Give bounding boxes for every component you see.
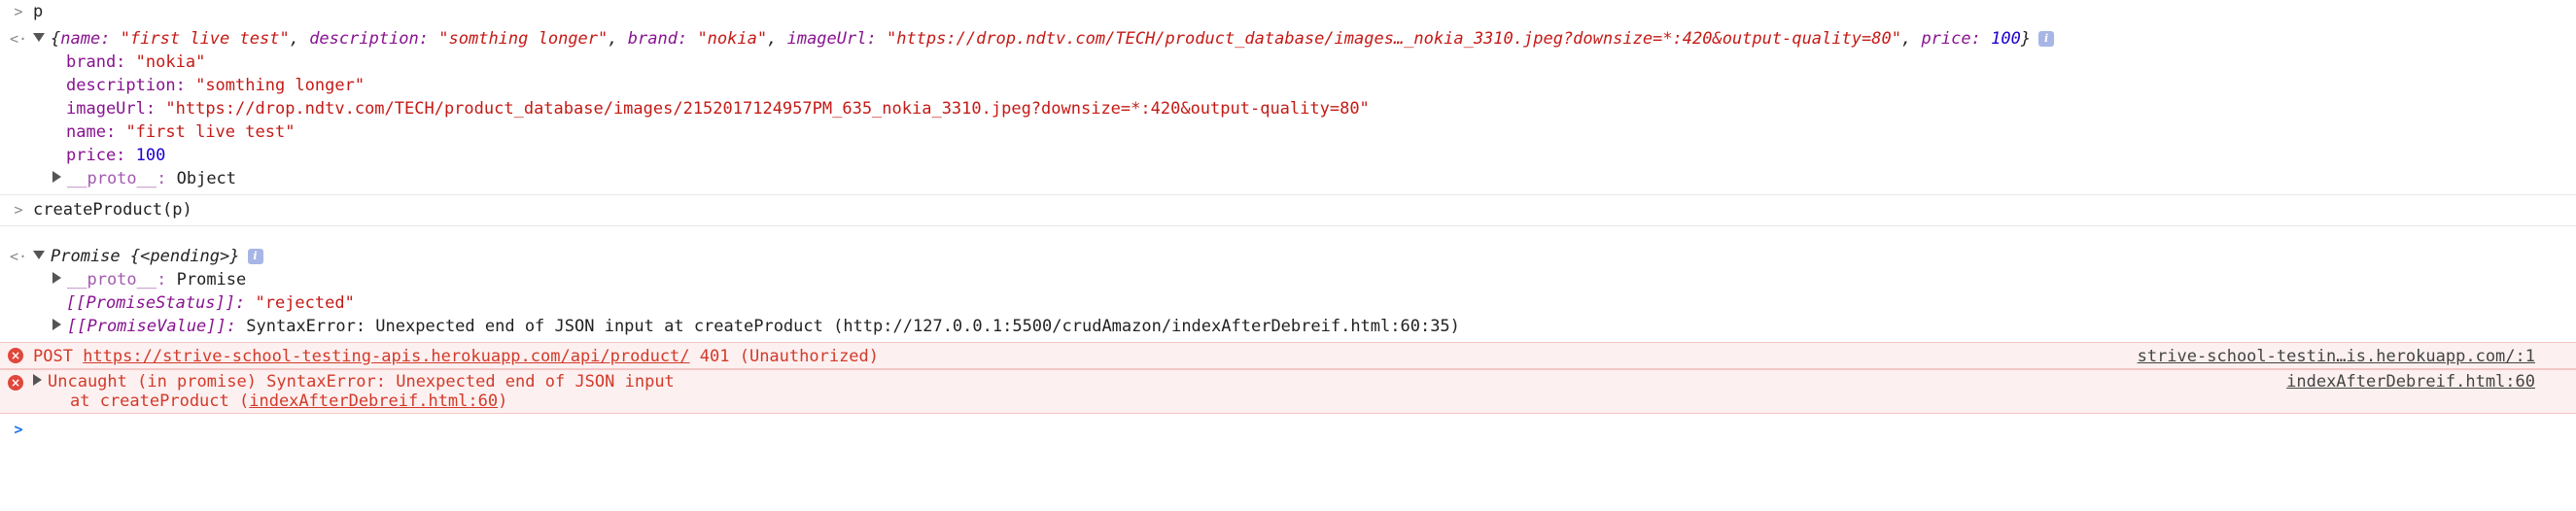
object-property-row: brand: "nokia": [0, 51, 2576, 74]
brace-open: {: [51, 29, 61, 49]
console-prompt-row[interactable]: >: [0, 418, 2576, 441]
devtools-console: > p <· {name: "first live test", descrip…: [0, 0, 2576, 470]
expand-triangle-icon[interactable]: [52, 171, 61, 183]
summary-brand-value: "nokia": [697, 29, 768, 49]
input-prompt-icon: >: [14, 201, 23, 219]
property-key: name:: [66, 122, 117, 142]
network-error-message: POST https://strive-school-testing-apis.…: [33, 345, 879, 368]
comma: ,: [289, 29, 299, 49]
proto-property-row[interactable]: __proto__: Promise: [0, 268, 2576, 291]
property-value: "first live test": [125, 122, 296, 142]
property-key: brand:: [66, 52, 126, 72]
summary-price-key: price:: [1921, 29, 1981, 49]
property-value: "nokia": [135, 52, 206, 72]
promise-label: Promise: [51, 247, 121, 266]
summary-price-value: 100: [1991, 29, 2021, 49]
property-value: Promise: [176, 270, 247, 290]
response-status: 401 (Unauthorized): [699, 347, 880, 366]
expand-triangle-icon[interactable]: [52, 319, 61, 330]
object-property-row: imageUrl: "https://drop.ndtv.com/TECH/pr…: [0, 97, 2576, 120]
input-prompt-icon: >: [14, 3, 23, 20]
summary-imageurl-value: "https://drop.ndtv.com/TECH/product_data…: [886, 29, 1901, 49]
expand-triangle-icon[interactable]: [33, 374, 42, 386]
property-key: price:: [66, 146, 126, 165]
console-input-field[interactable]: [33, 418, 2522, 441]
property-key: [[PromiseValue]]:: [67, 317, 236, 336]
console-input-row: > createProduct(p): [0, 198, 2576, 221]
request-url-link[interactable]: https://strive-school-testing-apis.herok…: [83, 347, 689, 366]
brace-close: }: [2020, 29, 2032, 49]
error-icon: ×: [8, 348, 23, 363]
error-icon: ×: [8, 375, 23, 391]
source-location-link[interactable]: indexAfterDebreif.html:60: [2286, 372, 2535, 392]
property-key: description:: [66, 76, 186, 95]
network-error-row: × POST https://strive-school-testing-api…: [0, 342, 2576, 369]
promise-summary[interactable]: Promise {<pending>} i: [33, 245, 263, 268]
property-value: "rejected": [255, 293, 355, 313]
uncaught-error-message[interactable]: Uncaught (in promise) SyntaxError: Unexp…: [33, 372, 675, 392]
request-method: POST: [33, 347, 73, 366]
info-icon[interactable]: i: [247, 249, 263, 264]
summary-brand-key: brand:: [627, 29, 688, 49]
stack-suffix: ): [498, 392, 508, 411]
stack-trace-line: at createProduct (indexAfterDebreif.html…: [70, 392, 507, 411]
comma: ,: [767, 29, 778, 49]
property-key: [[PromiseStatus]]:: [66, 293, 246, 313]
return-arrow-icon: <·: [9, 30, 28, 48]
expand-triangle-icon[interactable]: [33, 32, 45, 42]
property-value: 100: [135, 146, 166, 165]
property-key: imageUrl:: [66, 99, 157, 119]
expand-triangle-icon[interactable]: [52, 272, 61, 284]
promise-state: {<pending>}: [129, 247, 240, 266]
return-arrow-icon: <·: [9, 248, 28, 265]
object-property-row: description: "somthing longer": [0, 74, 2576, 97]
property-value: SyntaxError: Unexpected end of JSON inpu…: [246, 317, 1460, 336]
proto-property-row[interactable]: [[PromiseValue]]: SyntaxError: Unexpecte…: [0, 315, 2576, 338]
console-input-code[interactable]: createProduct(p): [33, 198, 192, 221]
summary-name-key: name:: [60, 29, 111, 49]
object-summary[interactable]: {name: "first live test", description: "…: [33, 27, 2055, 51]
error-text: Uncaught (in promise) SyntaxError: Unexp…: [48, 372, 675, 392]
console-input-row: > p: [0, 0, 2576, 23]
console-output-row: <· {name: "first live test", description…: [0, 27, 2576, 51]
object-property-row: [[PromiseStatus]]: "rejected": [0, 291, 2576, 315]
prompt-caret-icon: >: [14, 421, 23, 438]
property-value: "somthing longer": [195, 76, 366, 95]
property-value: Object: [176, 169, 237, 188]
proto-property-row[interactable]: __proto__: Object: [0, 167, 2576, 190]
summary-description-value: "somthing longer": [438, 29, 609, 49]
stack-prefix: at createProduct (: [70, 392, 250, 411]
expand-triangle-icon[interactable]: [33, 250, 45, 259]
summary-name-value: "first live test": [120, 29, 290, 49]
divider: [0, 225, 2576, 226]
console-output-row: <· Promise {<pending>} i: [0, 245, 2576, 268]
stack-source-link[interactable]: indexAfterDebreif.html:60: [249, 392, 498, 411]
comma: ,: [1900, 29, 1912, 49]
source-location-link[interactable]: strive-school-testin…is.herokuapp.com/:1: [2138, 345, 2535, 368]
comma: ,: [608, 29, 618, 49]
console-input-code[interactable]: p: [33, 0, 43, 23]
object-property-row: price: 100: [0, 144, 2576, 167]
property-key: __proto__:: [67, 169, 167, 188]
object-property-row: name: "first live test": [0, 120, 2576, 144]
summary-description-key: description:: [309, 29, 430, 49]
info-icon[interactable]: i: [2038, 31, 2055, 47]
property-key: __proto__:: [67, 270, 167, 290]
divider: [0, 194, 2576, 195]
uncaught-error-row: × Uncaught (in promise) SyntaxError: Une…: [0, 369, 2576, 414]
summary-imageurl-key: imageUrl:: [786, 29, 877, 49]
property-value: "https://drop.ndtv.com/TECH/product_data…: [165, 99, 1370, 119]
